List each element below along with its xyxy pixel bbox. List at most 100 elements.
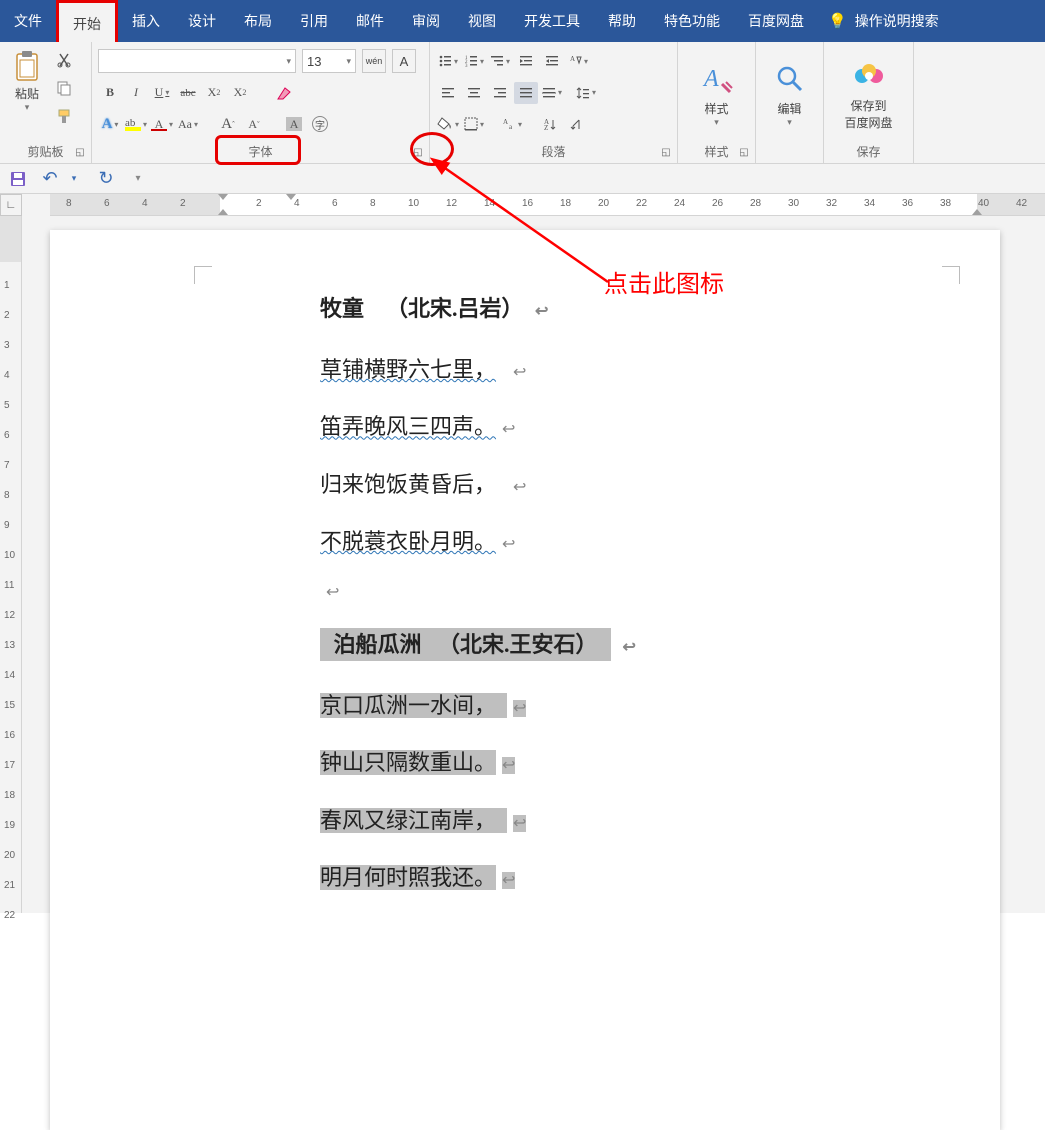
qat-undo-button[interactable]: ↶	[40, 169, 60, 189]
clipboard-group-label: 剪贴板	[27, 143, 63, 160]
annotation-arrow	[430, 156, 620, 296]
font-family-select[interactable]	[98, 49, 296, 73]
increase-indent-button[interactable]	[540, 50, 564, 72]
tab-selector[interactable]: ∟	[0, 194, 22, 216]
snap-to-grid-button[interactable]: Aa	[500, 113, 524, 135]
copy-button[interactable]	[52, 76, 76, 100]
show-marks-button[interactable]	[564, 113, 588, 135]
menu-insert[interactable]: 插入	[118, 0, 174, 42]
annotation-text: 点击此图标	[604, 264, 724, 299]
enclosed-char-button[interactable]: 字	[308, 112, 332, 136]
menu-review[interactable]: 审阅	[398, 0, 454, 42]
superscript-button[interactable]: X2	[228, 81, 252, 105]
find-icon	[773, 62, 807, 96]
svg-text:A: A	[503, 118, 508, 126]
font-size-select[interactable]: 13	[302, 49, 356, 73]
subscript-button[interactable]: X2	[202, 81, 226, 105]
page[interactable]: 牧童 （北宋.吕岩） ↩ 草铺横野六七里， ↩ 笛弄晚风三四声。↩ 归来饱饭黄昏…	[50, 230, 1000, 1130]
poem2-line3: 春风又绿江南岸， ↩	[320, 792, 940, 849]
styles-group-label: 样式	[704, 143, 728, 160]
asian-layout-button[interactable]: A	[566, 50, 590, 72]
align-left-button[interactable]	[436, 82, 460, 104]
svg-text:A: A	[702, 66, 719, 92]
clear-formatting-button[interactable]	[272, 81, 296, 105]
menu-references[interactable]: 引用	[286, 0, 342, 42]
decrease-indent-button[interactable]	[514, 50, 538, 72]
highlight-button[interactable]	[124, 112, 148, 136]
clipboard-icon	[11, 49, 43, 83]
poem1-line4: 不脱蓑衣卧月明。↩	[320, 513, 940, 570]
menu-layout[interactable]: 布局	[230, 0, 286, 42]
align-justify-button[interactable]	[514, 82, 538, 104]
menu-mailings[interactable]: 邮件	[342, 0, 398, 42]
align-right-button[interactable]	[488, 82, 512, 104]
save-baidu-button[interactable]: 保存到 百度网盘	[829, 55, 909, 131]
menu-developer[interactable]: 开发工具	[510, 0, 594, 42]
line-spacing-button[interactable]	[574, 82, 598, 104]
format-painter-button[interactable]	[52, 104, 76, 128]
poem2-line1: 京口瓜洲一水间， ↩	[320, 677, 940, 734]
paste-button[interactable]: 粘贴 ▾	[4, 46, 50, 139]
styles-button[interactable]: A 样式 ▾	[689, 58, 745, 128]
tell-me-search[interactable]: 💡 操作说明搜索	[828, 11, 939, 31]
empty-paragraph: ↩	[320, 570, 940, 616]
lightbulb-icon: 💡	[828, 12, 847, 30]
margin-marker-tr	[942, 266, 960, 284]
ribbon: 粘贴 ▾ 剪贴板 ◱ 13 wén A B I U abc	[0, 42, 1045, 164]
qat-undo-more[interactable]: ▾	[64, 169, 84, 189]
svg-text:a: a	[509, 123, 513, 131]
save-group-label: 保存	[856, 143, 880, 160]
svg-text:A: A	[570, 55, 575, 63]
qat-save-button[interactable]	[8, 169, 28, 189]
poem1-line3: 归来饱饭黄昏后， ↩	[320, 456, 940, 513]
poem1-line1: 草铺横野六七里， ↩	[320, 341, 940, 398]
shading-button[interactable]	[436, 113, 460, 135]
align-distributed-button[interactable]	[540, 82, 564, 104]
bold-button[interactable]: B	[98, 81, 122, 105]
menu-baidu[interactable]: 百度网盘	[734, 0, 818, 42]
paragraph-mark-icon: ↩	[535, 303, 548, 320]
cut-button[interactable]	[52, 48, 76, 72]
menu-file[interactable]: 文件	[0, 0, 56, 42]
menu-bar: 文件 开始 插入 设计 布局 引用 邮件 审阅 视图 开发工具 帮助 特色功能 …	[0, 0, 1045, 42]
margin-marker-tl	[194, 266, 212, 284]
align-center-button[interactable]	[462, 82, 486, 104]
underline-button[interactable]: U	[150, 81, 174, 105]
grow-font-button[interactable]: Aˆ	[216, 112, 240, 136]
font-color-button[interactable]: A	[150, 112, 174, 136]
char-border-button[interactable]: A	[392, 49, 416, 73]
baidu-cloud-icon	[852, 59, 886, 93]
numbering-button[interactable]: 123	[462, 50, 486, 72]
clipboard-launcher[interactable]: ◱	[73, 145, 87, 159]
menu-view[interactable]: 视图	[454, 0, 510, 42]
borders-button[interactable]	[462, 113, 486, 135]
svg-text:3: 3	[465, 64, 468, 68]
text-effects-button[interactable]: A	[98, 112, 122, 136]
vertical-ruler[interactable]: 1 2 3 4 5 6 7 8 9 10 11 12 13 14 15 16 1…	[0, 216, 22, 913]
shrink-font-button[interactable]: Aˇ	[242, 112, 266, 136]
document-area[interactable]: 牧童 （北宋.吕岩） ↩ 草铺横野六七里， ↩ 笛弄晚风三四声。↩ 归来饱饭黄昏…	[22, 216, 1045, 913]
poem2-title: 泊船瓜洲 （北宋.王安石） ↩	[320, 616, 940, 673]
styles-launcher[interactable]: ◱	[737, 145, 751, 159]
qat-customize[interactable]: ▾	[128, 169, 148, 189]
char-shading-button[interactable]: A	[282, 112, 306, 136]
paragraph-launcher[interactable]: ◱	[659, 145, 673, 159]
bullets-button[interactable]	[436, 50, 460, 72]
phonetic-guide-button[interactable]: wén	[362, 49, 386, 73]
paste-label: 粘贴	[15, 85, 39, 102]
qat-redo-button[interactable]: ↻	[96, 169, 116, 189]
menu-design[interactable]: 设计	[174, 0, 230, 42]
editing-button[interactable]: 编辑 ▾	[762, 58, 818, 128]
poem2-line4: 明月何时照我还。↩	[320, 849, 940, 906]
strikethrough-button[interactable]: abc	[176, 81, 200, 105]
menu-features[interactable]: 特色功能	[650, 0, 734, 42]
poem2-line2: 钟山只隔数重山。↩	[320, 734, 940, 791]
change-case-button[interactable]: Aa	[176, 112, 200, 136]
sort-button[interactable]: AZ	[538, 113, 562, 135]
menu-home[interactable]: 开始	[56, 0, 118, 42]
italic-button[interactable]: I	[124, 81, 148, 105]
multilevel-list-button[interactable]	[488, 50, 512, 72]
styles-icon: A	[700, 62, 734, 96]
menu-help[interactable]: 帮助	[594, 0, 650, 42]
svg-text:Z: Z	[544, 124, 548, 131]
